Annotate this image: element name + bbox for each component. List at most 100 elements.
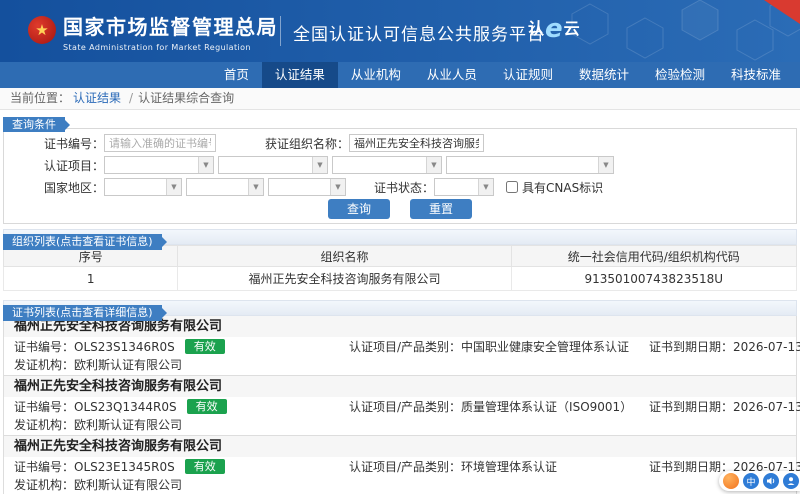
cert-issuer-row: 发证机构：欧利斯认证有限公司 bbox=[4, 416, 796, 435]
nav-item-cert-results[interactable]: 认证结果 bbox=[262, 62, 338, 88]
cnas-checkbox[interactable] bbox=[506, 181, 518, 193]
chevron-down-icon: ▼ bbox=[330, 179, 345, 195]
cert-status-select[interactable]: ▼ bbox=[434, 178, 494, 196]
org-row-code[interactable]: 91350100743823518U bbox=[511, 267, 797, 291]
cert-card-1[interactable]: 福州正先安全科技咨询服务有限公司 证书编号：OLS23S1346R0S 有效 认… bbox=[4, 316, 796, 376]
status-badge: 有效 bbox=[187, 399, 227, 414]
breadcrumb: 当前位置：认证结果/认证结果综合查询 bbox=[0, 88, 800, 110]
chevron-down-icon: ▼ bbox=[426, 157, 441, 173]
cert-card-2[interactable]: 福州正先安全科技咨询服务有限公司 证书编号：OLS23Q1344R0S 有效 认… bbox=[4, 376, 796, 436]
org-row-name[interactable]: 福州正先安全科技咨询服务有限公司 bbox=[178, 267, 511, 291]
cert-detail-row: 证书编号：OLS23Q1344R0S 有效 认证项目/产品类别：质量管理体系认证… bbox=[4, 397, 796, 416]
search-button[interactable]: 查询 bbox=[328, 199, 390, 219]
region-select-1[interactable]: ▼ bbox=[104, 178, 182, 196]
chevron-down-icon: ▼ bbox=[478, 179, 493, 195]
cert-no-value: OLS23Q1344R0S bbox=[74, 400, 177, 414]
query-section-tab: 查询条件 bbox=[3, 117, 65, 132]
corner-ribbon bbox=[764, 0, 800, 24]
region-label: 国家地区： bbox=[4, 179, 104, 196]
emblem-star-glyph: ★ bbox=[35, 21, 48, 39]
agency-title-block: 国家市场监督管理总局 State Administration for Mark… bbox=[63, 11, 278, 52]
cert-issuer-row: 发证机构：欧利斯认证有限公司 bbox=[4, 356, 796, 375]
user-icon[interactable] bbox=[783, 473, 799, 489]
form-row-3: 国家地区： ▼ ▼ ▼ 证书状态： ▼ 具有CNAS标识 bbox=[4, 177, 796, 197]
issuer-label: 发证机构： bbox=[14, 358, 74, 372]
platform-title: 全国认证认可信息公共服务平台 bbox=[293, 20, 545, 45]
cert-no-label: 证书编号： bbox=[14, 398, 74, 415]
chevron-down-icon: ▼ bbox=[312, 157, 327, 173]
project-label: 认证项目/产品类别： bbox=[349, 460, 461, 474]
nav-item-agencies[interactable]: 从业机构 bbox=[338, 62, 414, 88]
mascot-icon[interactable] bbox=[723, 473, 739, 489]
table-row[interactable]: 1 福州正先安全科技咨询服务有限公司 91350100743823518U bbox=[4, 267, 797, 291]
org-name-label: 获证组织名称： bbox=[216, 135, 349, 152]
issuer-value: 欧利斯认证有限公司 bbox=[74, 478, 182, 492]
org-name-input[interactable] bbox=[349, 134, 484, 152]
cert-project-select-2[interactable]: ▼ bbox=[218, 156, 328, 174]
project-value: 质量管理体系认证（ISO9001） bbox=[461, 400, 632, 414]
cert-no-value: OLS23E1345R0S bbox=[74, 460, 175, 474]
nav-item-home[interactable]: 首页 bbox=[211, 62, 262, 88]
col-credit-code: 统一社会信用代码/组织机构代码 bbox=[511, 246, 797, 267]
accessibility-toolbar: 中 bbox=[719, 471, 800, 491]
region-select-2[interactable]: ▼ bbox=[186, 178, 264, 196]
query-form: 证书编号： 获证组织名称： 认证项目： ▼ ▼ ▼ ▼ 国家地区： ▼ ▼ ▼ … bbox=[3, 128, 797, 224]
breadcrumb-current: 认证结果综合查询 bbox=[138, 91, 234, 105]
breadcrumb-link[interactable]: 认证结果 bbox=[73, 91, 121, 105]
cert-section-tab: 证书列表(点击查看详细信息) bbox=[3, 305, 162, 321]
project-value: 环境管理体系认证 bbox=[461, 460, 557, 474]
nav-item-rules[interactable]: 认证规则 bbox=[490, 62, 566, 88]
issuer-value: 欧利斯认证有限公司 bbox=[74, 358, 182, 372]
chevron-down-icon: ▼ bbox=[598, 157, 613, 173]
cert-status-label: 证书状态： bbox=[362, 179, 434, 196]
cert-detail-row: 证书编号：OLS23S1346R0S 有效 认证项目/产品类别：中国职业健康安全… bbox=[4, 337, 796, 356]
logo-e: e bbox=[545, 14, 563, 44]
expiry-label: 证书到期日期： bbox=[649, 340, 733, 354]
nav-item-statistics[interactable]: 数据统计 bbox=[566, 62, 642, 88]
form-buttons: 查询 重置 bbox=[4, 199, 796, 219]
nav-item-personnel[interactable]: 从业人员 bbox=[414, 62, 490, 88]
org-table: 序号 组织名称 统一社会信用代码/组织机构代码 1 福州正先安全科技咨询服务有限… bbox=[3, 245, 797, 291]
cert-org-name: 福州正先安全科技咨询服务有限公司 bbox=[4, 376, 796, 397]
cert-no-label: 证书编号： bbox=[14, 458, 74, 475]
org-row-index[interactable]: 1 bbox=[4, 267, 178, 291]
cert-org-name: 福州正先安全科技咨询服务有限公司 bbox=[4, 436, 796, 457]
agency-title-en: State Administration for Market Regulati… bbox=[63, 43, 278, 52]
cnas-checkbox-group: 具有CNAS标识 bbox=[506, 179, 603, 196]
expiry-value: 2026-07-13 bbox=[733, 340, 800, 354]
ren-e-yun-logo: 认 e 云 bbox=[528, 14, 580, 44]
hexagon-pattern bbox=[550, 0, 800, 62]
cert-no-input[interactable] bbox=[104, 134, 216, 152]
nav-item-standards[interactable]: 科技标准 bbox=[718, 62, 794, 88]
expiry-label: 证书到期日期： bbox=[649, 460, 733, 474]
region-select-3[interactable]: ▼ bbox=[268, 178, 346, 196]
form-row-1: 证书编号： 获证组织名称： bbox=[4, 133, 796, 153]
cert-no-label: 证书编号： bbox=[14, 338, 74, 355]
cert-detail-row: 证书编号：OLS23E1345R0S 有效 认证项目/产品类别：环境管理体系认证… bbox=[4, 457, 796, 476]
chevron-down-icon: ▼ bbox=[248, 179, 263, 195]
speaker-icon[interactable] bbox=[763, 473, 779, 489]
cert-project-select-3[interactable]: ▼ bbox=[332, 156, 442, 174]
cert-no-value: OLS23S1346R0S bbox=[74, 340, 175, 354]
status-badge: 有效 bbox=[185, 459, 225, 474]
national-emblem-icon: ★ bbox=[28, 16, 56, 44]
reset-button[interactable]: 重置 bbox=[410, 199, 472, 219]
project-value: 中国职业健康安全管理体系认证 bbox=[461, 340, 629, 354]
site-header: ★ 国家市场监督管理总局 State Administration for Ma… bbox=[0, 0, 800, 62]
cert-card-list: 福州正先安全科技咨询服务有限公司 证书编号：OLS23S1346R0S 有效 认… bbox=[3, 316, 797, 494]
cert-no-label: 证书编号： bbox=[4, 135, 104, 152]
cert-project-select-4[interactable]: ▼ bbox=[446, 156, 614, 174]
form-row-2: 认证项目： ▼ ▼ ▼ ▼ bbox=[4, 155, 796, 175]
col-org-name: 组织名称 bbox=[178, 246, 511, 267]
org-section-header: 组织列表(点击查看证书信息) bbox=[3, 229, 797, 245]
nav-item-inspection[interactable]: 检验检测 bbox=[642, 62, 718, 88]
cert-project-select-1[interactable]: ▼ bbox=[104, 156, 214, 174]
agency-title-cn: 国家市场监督管理总局 bbox=[63, 11, 278, 40]
header-divider bbox=[280, 16, 281, 46]
chinese-lang-icon[interactable]: 中 bbox=[743, 473, 759, 489]
breadcrumb-separator: / bbox=[129, 91, 133, 105]
project-label: 认证项目/产品类别： bbox=[349, 400, 461, 414]
chevron-down-icon: ▼ bbox=[166, 179, 181, 195]
cert-card-3[interactable]: 福州正先安全科技咨询服务有限公司 证书编号：OLS23E1345R0S 有效 认… bbox=[4, 436, 796, 494]
expiry-label: 证书到期日期： bbox=[649, 400, 733, 414]
